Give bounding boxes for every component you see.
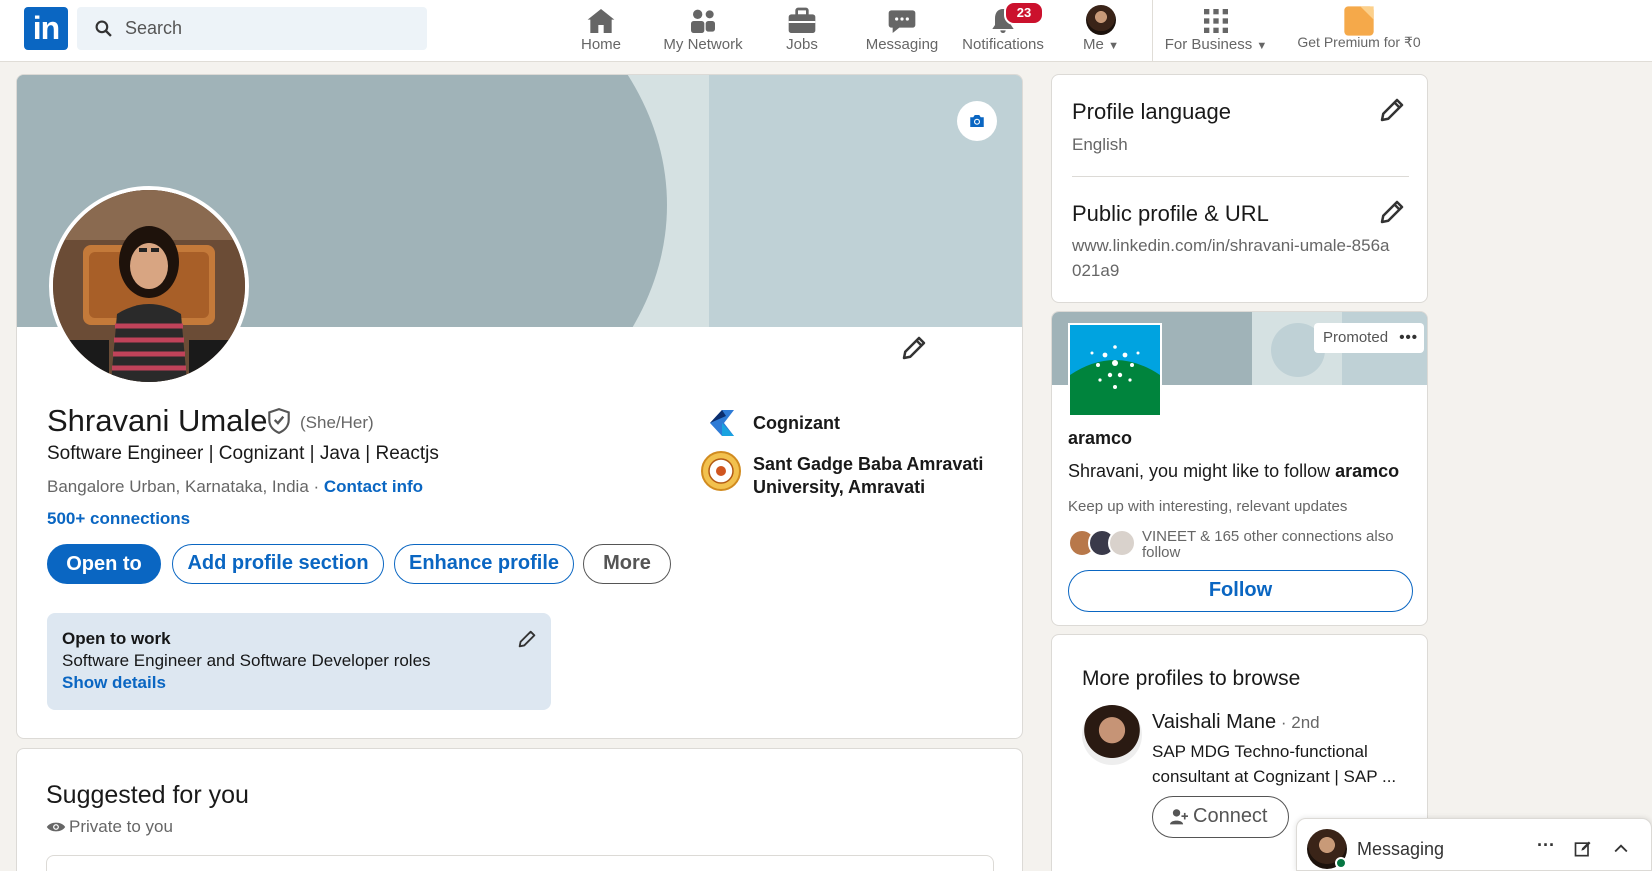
nav-divider <box>1152 0 1153 62</box>
linkedin-logo[interactable]: in <box>24 7 68 50</box>
profile-language-value: English <box>1072 135 1128 154</box>
aramco-logo[interactable] <box>1068 323 1162 417</box>
suggested-profile-name[interactable]: Vaishali Mane · 2nd <box>1152 711 1320 734</box>
connections-link[interactable]: 500+ connections <box>47 509 190 529</box>
chat-icon <box>888 10 916 33</box>
briefcase-icon <box>788 7 816 34</box>
chevron-down-icon: ▼ <box>1108 40 1119 52</box>
public-profile-url: www.linkedin.com/in/shravani-umale-856a0… <box>1072 236 1390 280</box>
nav-notifications[interactable]: 23 Notifications <box>958 0 1048 62</box>
nav-jobs[interactable]: Jobs <box>781 0 823 62</box>
add-person-icon <box>1170 809 1188 825</box>
premium-icon <box>1344 6 1374 36</box>
top-nav-bar: in Home My Network Jobs Messaging 23 Not… <box>0 0 1652 62</box>
notification-badge: 23 <box>1004 1 1044 25</box>
profile-name: Shravani Umale <box>47 403 268 438</box>
follow-button[interactable]: Follow <box>1068 570 1413 612</box>
suggested-profile-avatar[interactable] <box>1082 705 1142 765</box>
suggested-card: Suggested for you Private to you <box>16 748 1023 871</box>
nav-premium[interactable]: Get Premium for ₹0 <box>1288 0 1430 62</box>
search-box[interactable] <box>77 7 427 50</box>
show-details-link[interactable]: Show details <box>62 673 166 693</box>
nav-messaging[interactable]: Messaging <box>862 0 942 62</box>
contact-info-link[interactable]: Contact info <box>324 477 423 496</box>
open-to-work-title: Open to work <box>62 629 171 648</box>
promoted-ad-card: Promoted ••• aramco Shravani, you might l… <box>1051 311 1428 626</box>
me-avatar <box>1086 5 1116 35</box>
profile-card: Shravani Umale (She/Her) Software Engine… <box>16 74 1023 739</box>
profile-language-title: Profile language <box>1072 99 1232 124</box>
online-status-dot <box>1335 857 1347 869</box>
promoted-badge[interactable]: Promoted ••• <box>1314 323 1424 353</box>
messaging-dock[interactable]: Messaging ··· <box>1296 818 1652 871</box>
nav-me[interactable]: Me ▼ <box>1076 0 1126 62</box>
edit-url-pencil-icon[interactable] <box>1377 197 1407 227</box>
people-icon <box>691 9 715 33</box>
edit-intro-pencil-icon[interactable] <box>899 333 929 363</box>
public-profile-title: Public profile & URL <box>1072 201 1269 226</box>
university-logo[interactable] <box>701 451 741 491</box>
more-profiles-title: More profiles to browse <box>1082 667 1301 690</box>
open-to-button[interactable]: Open to <box>47 544 161 584</box>
edit-language-pencil-icon[interactable] <box>1377 95 1407 125</box>
chevron-up-icon[interactable] <box>1610 839 1632 859</box>
grid-icon <box>1204 9 1228 33</box>
profile-photo[interactable] <box>49 186 249 386</box>
privacy-label: Private to you <box>69 817 173 836</box>
open-to-work-box[interactable]: Open to work Software Engineer and Softw… <box>47 613 551 710</box>
ad-pitch: Shravani, you might like to follow aramc… <box>1068 461 1400 481</box>
nav-home[interactable]: Home <box>578 0 624 62</box>
edit-pencil-icon[interactable] <box>516 628 538 650</box>
messaging-label: Messaging <box>1357 839 1445 859</box>
edit-banner-button[interactable] <box>957 101 997 141</box>
ad-company-name[interactable]: aramco <box>1068 428 1132 449</box>
enhance-profile-button[interactable]: Enhance profile <box>394 544 574 584</box>
add-profile-section-button[interactable]: Add profile section <box>172 544 384 584</box>
chevron-down-icon: ▼ <box>1256 40 1268 52</box>
ad-tagline: Keep up with interesting, relevant updat… <box>1068 498 1348 515</box>
suggestion-panel <box>46 855 994 871</box>
cognizant-logo[interactable] <box>704 405 740 441</box>
education-school[interactable]: Sant Gadge Baba Amravati University, Amr… <box>753 453 993 499</box>
verified-shield-icon[interactable] <box>266 407 292 435</box>
suggested-title: Suggested for you <box>46 781 249 809</box>
nav-for-business[interactable]: For Business ▼ <box>1164 0 1268 62</box>
more-options-icon[interactable]: ••• <box>1399 323 1418 353</box>
more-options-icon[interactable]: ··· <box>1537 835 1559 855</box>
profile-location: Bangalore Urban, Karnataka, India · Cont… <box>47 477 424 496</box>
profile-headline: Software Engineer | Cognizant | Java | R… <box>47 443 439 464</box>
nav-my-network[interactable]: My Network <box>660 0 746 62</box>
ad-connections-text: VINEET & 165 other connections also foll… <box>1142 528 1394 561</box>
search-icon <box>95 20 112 37</box>
search-input[interactable] <box>125 7 415 50</box>
compose-icon[interactable] <box>1572 839 1594 859</box>
camera-icon <box>970 115 984 127</box>
current-company[interactable]: Cognizant <box>753 412 840 435</box>
connection-avatars <box>1068 529 1138 557</box>
profile-settings-card: Profile language English Public profile … <box>1051 74 1428 303</box>
profile-photo-image <box>53 190 245 382</box>
more-button[interactable]: More <box>583 544 671 584</box>
open-to-work-roles: Software Engineer and Software Developer… <box>62 651 431 670</box>
suggested-profile-headline: SAP MDG Techno-functional consultant at … <box>1152 742 1397 786</box>
eye-icon <box>46 822 66 832</box>
home-icon <box>587 9 615 33</box>
pronouns: (She/Her) <box>300 413 374 432</box>
connect-button[interactable]: Connect <box>1152 796 1289 838</box>
